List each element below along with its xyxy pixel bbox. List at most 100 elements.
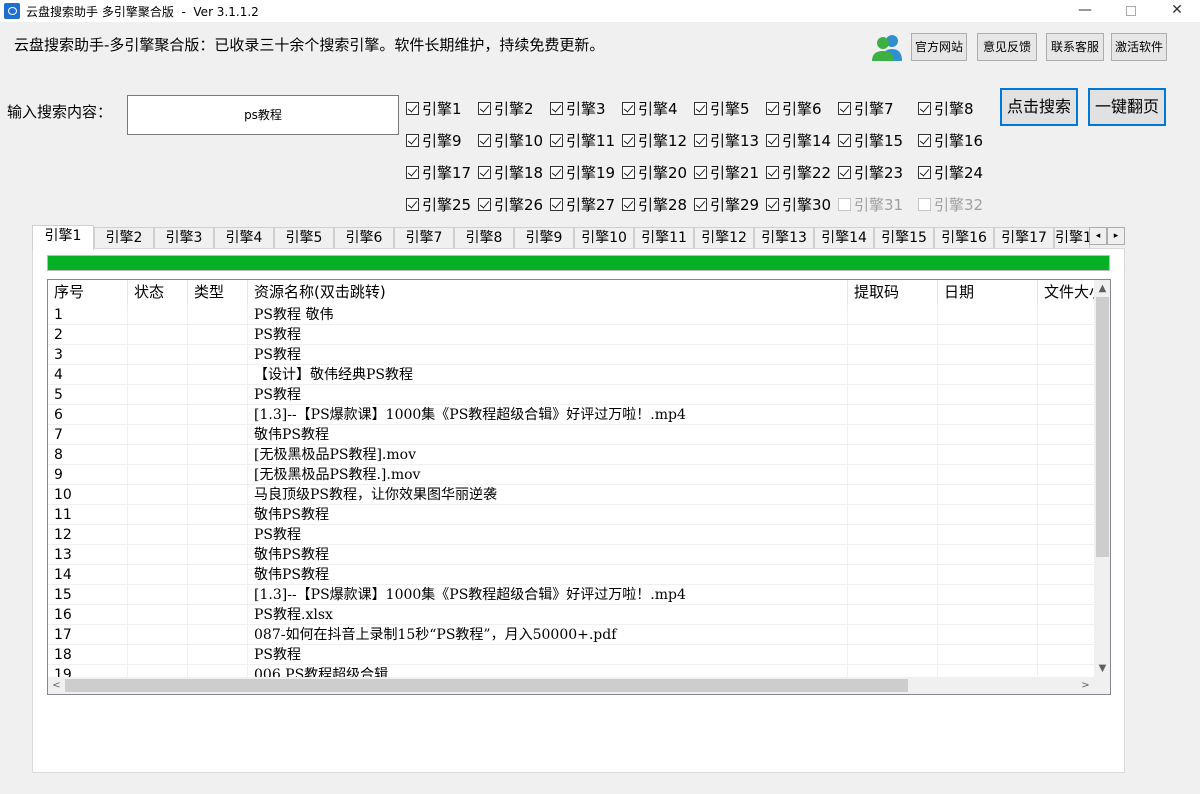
table-row[interactable]: 12 PS教程 <box>48 525 1098 545</box>
vertical-scroll-thumb[interactable] <box>1096 297 1109 557</box>
engine-checkbox-label: 引擎1 <box>422 99 462 118</box>
engine-checkbox-3[interactable]: 引擎3 <box>550 97 606 119</box>
tab-engine-10[interactable]: 引擎10 <box>574 227 634 249</box>
engine-checkbox-10[interactable]: 引擎10 <box>478 129 543 151</box>
table-row[interactable]: 15 [1.3]--【PS爆款课】1000集《PS教程超级合辑》好评过万啦！.mp… <box>48 585 1098 605</box>
column-header[interactable]: 序号 <box>48 280 128 305</box>
tab-engine-13[interactable]: 引擎13 <box>754 227 814 249</box>
engine-checkbox-19[interactable]: 引擎19 <box>550 161 615 183</box>
column-header[interactable]: 文件大小 <box>1038 280 1098 305</box>
engine-checkbox-16[interactable]: 引擎16 <box>918 129 983 151</box>
column-header[interactable]: 提取码 <box>848 280 938 305</box>
table-row[interactable]: 1 PS教程 敬伟 <box>48 305 1098 325</box>
results-table[interactable]: 序号状态类型资源名称(双击跳转)提取码日期文件大小 1PS教程 敬伟2PS教程3… <box>47 279 1111 695</box>
table-cell <box>848 485 938 505</box>
search-input[interactable]: ps教程 <box>127 95 399 135</box>
engine-checkbox-11[interactable]: 引擎11 <box>550 129 615 151</box>
engine-checkbox-5[interactable]: 引擎5 <box>694 97 750 119</box>
engine-checkbox-26[interactable]: 引擎26 <box>478 193 543 215</box>
engine-checkbox-14[interactable]: 引擎14 <box>766 129 831 151</box>
official-site-button[interactable]: 官方网站 <box>911 33 967 61</box>
scroll-right-icon[interactable]: > <box>1077 677 1094 694</box>
column-header[interactable]: 资源名称(双击跳转) <box>248 280 848 305</box>
tab-engine-18[interactable]: 引擎18 <box>1054 227 1090 249</box>
horizontal-scroll-thumb[interactable] <box>65 679 908 692</box>
table-row[interactable]: 6 [1.3]--【PS爆款课】1000集《PS教程超级合辑》好评过万啦！.mp4 <box>48 405 1098 425</box>
table-row[interactable]: 18 PS教程 <box>48 645 1098 665</box>
table-cell <box>1038 505 1098 525</box>
table-row[interactable]: 8 [无极黑极品PS教程].mov <box>48 445 1098 465</box>
engine-checkbox-18[interactable]: 引擎18 <box>478 161 543 183</box>
tab-engine-15[interactable]: 引擎15 <box>874 227 934 249</box>
vertical-scrollbar[interactable]: ▲ ▼ <box>1094 280 1110 677</box>
engine-checkbox-29[interactable]: 引擎29 <box>694 193 759 215</box>
tab-engine-9[interactable]: 引擎9 <box>514 227 574 249</box>
table-row[interactable]: 4 【设计】敬伟经典PS教程 <box>48 365 1098 385</box>
engine-checkbox-7[interactable]: 引擎7 <box>838 97 894 119</box>
engine-checkbox-6[interactable]: 引擎6 <box>766 97 822 119</box>
column-header[interactable]: 日期 <box>938 280 1038 305</box>
engine-checkbox-24[interactable]: 引擎24 <box>918 161 983 183</box>
next-page-button[interactable]: 一键翻页 <box>1088 88 1166 126</box>
table-row[interactable]: 14 敬伟PS教程 <box>48 565 1098 585</box>
table-cell <box>938 465 1038 485</box>
table-row[interactable]: 9 [无极黑极品PS教程.].mov <box>48 465 1098 485</box>
scroll-down-icon[interactable]: ▼ <box>1094 660 1110 677</box>
table-row[interactable]: 5 PS教程 <box>48 385 1098 405</box>
scroll-up-icon[interactable]: ▲ <box>1094 280 1110 297</box>
contact-support-button[interactable]: 联系客服 <box>1046 33 1104 61</box>
tab-next-icon[interactable]: ▸ <box>1107 227 1125 245</box>
table-row[interactable]: 10 马良顶级PS教程，让你效果图华丽逆袭 <box>48 485 1098 505</box>
maximize-button[interactable] <box>1108 0 1154 22</box>
engine-checkbox-25[interactable]: 引擎25 <box>406 193 471 215</box>
tab-engine-4[interactable]: 引擎4 <box>214 227 274 249</box>
engine-checkbox-label: 引擎24 <box>934 163 984 182</box>
minimize-button[interactable]: — <box>1062 0 1108 22</box>
engine-checkbox-21[interactable]: 引擎21 <box>694 161 759 183</box>
engine-checkbox-8[interactable]: 引擎8 <box>918 97 974 119</box>
tab-engine-5[interactable]: 引擎5 <box>274 227 334 249</box>
engine-checkbox-9[interactable]: 引擎9 <box>406 129 462 151</box>
engine-checkbox-2[interactable]: 引擎2 <box>478 97 534 119</box>
table-row[interactable]: 11 敬伟PS教程 <box>48 505 1098 525</box>
engine-checkbox-27[interactable]: 引擎27 <box>550 193 615 215</box>
tab-engine-2[interactable]: 引擎2 <box>94 227 154 249</box>
tab-prev-icon[interactable]: ◂ <box>1089 227 1107 245</box>
engine-checkbox-17[interactable]: 引擎17 <box>406 161 471 183</box>
engine-checkbox-28[interactable]: 引擎28 <box>622 193 687 215</box>
tab-engine-6[interactable]: 引擎6 <box>334 227 394 249</box>
engine-checkbox-13[interactable]: 引擎13 <box>694 129 759 151</box>
tab-engine-12[interactable]: 引擎12 <box>694 227 754 249</box>
tab-engine-11[interactable]: 引擎11 <box>634 227 694 249</box>
search-button[interactable]: 点击搜索 <box>1000 88 1078 126</box>
activate-button[interactable]: 激活软件 <box>1111 33 1167 61</box>
table-row[interactable]: 2 PS教程 <box>48 325 1098 345</box>
tab-engine-14[interactable]: 引擎14 <box>814 227 874 249</box>
engine-checkbox-4[interactable]: 引擎4 <box>622 97 678 119</box>
table-row[interactable]: 7 敬伟PS教程 <box>48 425 1098 445</box>
engine-checkbox-23[interactable]: 引擎23 <box>838 161 903 183</box>
tab-engine-16[interactable]: 引擎16 <box>934 227 994 249</box>
tab-engine-7[interactable]: 引擎7 <box>394 227 454 249</box>
engine-checkbox-15[interactable]: 引擎15 <box>838 129 903 151</box>
engine-checkbox-30[interactable]: 引擎30 <box>766 193 831 215</box>
scroll-left-icon[interactable]: < <box>48 677 65 694</box>
tab-engine-17[interactable]: 引擎17 <box>994 227 1054 249</box>
column-header[interactable]: 类型 <box>188 280 248 305</box>
horizontal-scrollbar[interactable]: < > <box>48 677 1094 694</box>
engine-checkbox-1[interactable]: 引擎1 <box>406 97 462 119</box>
table-row[interactable]: 13 敬伟PS教程 <box>48 545 1098 565</box>
table-row[interactable]: 3 PS教程 <box>48 345 1098 365</box>
engine-checkbox-label: 引擎23 <box>854 163 904 182</box>
table-row[interactable]: 16 PS教程.xlsx <box>48 605 1098 625</box>
feedback-button[interactable]: 意见反馈 <box>977 33 1037 61</box>
table-row[interactable]: 17 087-如何在抖音上录制15秒“PS教程”，月入50000+.pdf <box>48 625 1098 645</box>
tab-engine-1[interactable]: 引擎1 <box>32 225 94 250</box>
close-button[interactable]: ✕ <box>1154 0 1200 22</box>
engine-checkbox-22[interactable]: 引擎22 <box>766 161 831 183</box>
tab-engine-8[interactable]: 引擎8 <box>454 227 514 249</box>
tab-engine-3[interactable]: 引擎3 <box>154 227 214 249</box>
engine-checkbox-12[interactable]: 引擎12 <box>622 129 687 151</box>
column-header[interactable]: 状态 <box>128 280 188 305</box>
engine-checkbox-20[interactable]: 引擎20 <box>622 161 687 183</box>
